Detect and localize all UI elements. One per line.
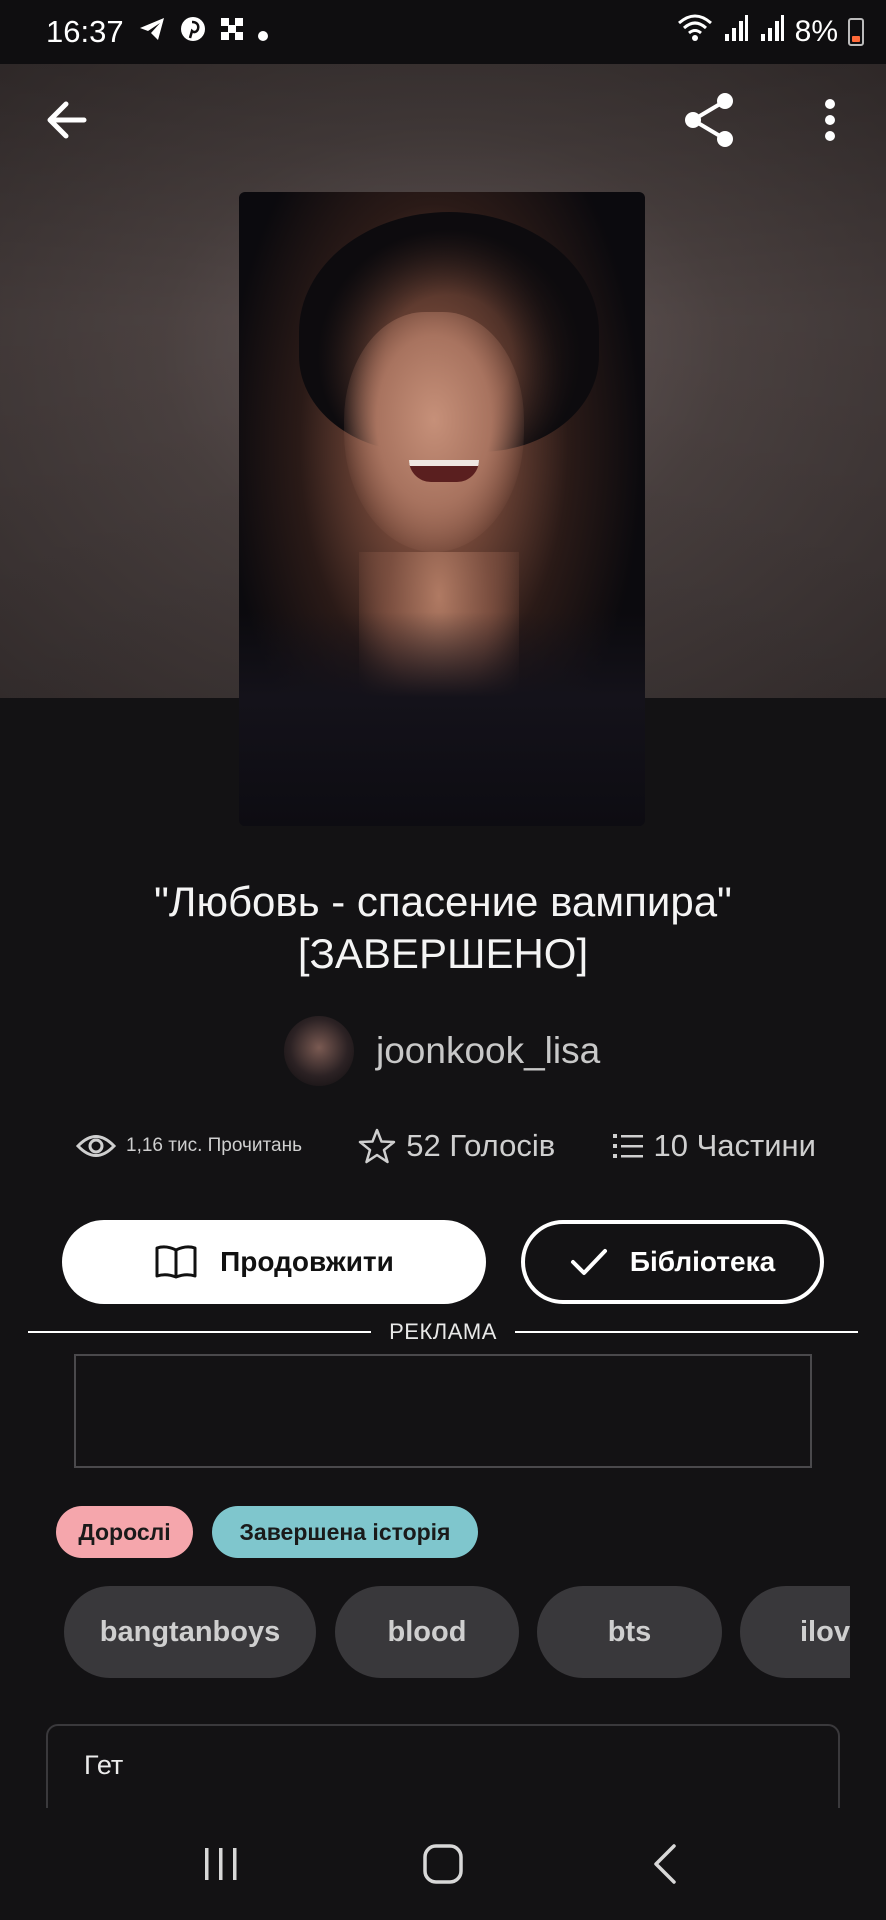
recents-button[interactable] bbox=[181, 1824, 261, 1904]
back-button[interactable] bbox=[36, 90, 96, 150]
votes-stat: 52 Голосів bbox=[358, 1128, 555, 1164]
pinterest-icon bbox=[180, 16, 206, 49]
tag-chip[interactable]: bangtanboys bbox=[64, 1586, 316, 1678]
continue-label: Продовжити bbox=[220, 1246, 394, 1277]
arrow-left-icon bbox=[47, 101, 87, 139]
dot-icon bbox=[257, 17, 268, 48]
ad-divider: РЕКЛАМА bbox=[28, 1319, 858, 1344]
status-right: 8% bbox=[677, 13, 864, 51]
ad-slot[interactable] bbox=[74, 1354, 812, 1468]
wifi-icon bbox=[677, 13, 713, 51]
recents-icon bbox=[205, 1848, 237, 1880]
reads-count: 1,16 тис. Прочитань bbox=[126, 1135, 302, 1156]
status-left: 16:37 bbox=[46, 14, 268, 50]
eye-icon bbox=[76, 1135, 116, 1157]
divider-line bbox=[514, 1331, 858, 1333]
reads-stat: 1,16 тис. Прочитань bbox=[76, 1133, 302, 1159]
avatar bbox=[284, 1016, 354, 1086]
parts-stat: 10 Частини bbox=[612, 1128, 816, 1164]
back-chevron-icon bbox=[654, 1844, 676, 1884]
grid-app-icon bbox=[220, 17, 244, 48]
author-name: joonkook_lisa bbox=[376, 1030, 601, 1071]
book-icon bbox=[155, 1245, 197, 1279]
signal-icon bbox=[759, 14, 785, 50]
list-icon bbox=[612, 1134, 643, 1158]
parts-count: 10 Частини bbox=[653, 1128, 816, 1163]
tag-chip[interactable]: bts bbox=[537, 1586, 722, 1678]
signal-icon bbox=[723, 14, 749, 50]
story-title: "Любовь - спасение вампира" [ЗАВЕРШЕНО] bbox=[154, 878, 732, 977]
checkmark-icon bbox=[570, 1249, 607, 1275]
story-cover-image[interactable] bbox=[239, 192, 645, 826]
votes-count: 52 Голосів bbox=[406, 1128, 556, 1163]
mature-badge: Дорослі bbox=[56, 1506, 193, 1558]
author-link[interactable]: joonkook_lisa bbox=[284, 1016, 600, 1086]
home-button[interactable] bbox=[403, 1824, 483, 1904]
star-icon bbox=[359, 1128, 396, 1164]
description-text: Гет bbox=[84, 1750, 124, 1780]
cover-jacket bbox=[239, 612, 645, 826]
status-bar: 16:37 8% bbox=[0, 0, 886, 64]
tag-chip[interactable]: blood bbox=[335, 1586, 519, 1678]
story-stats: 1,16 тис. Прочитань 52 Голосів 10 Частин… bbox=[76, 1128, 816, 1164]
library-button[interactable]: Бібліотека bbox=[521, 1220, 824, 1304]
share-button[interactable] bbox=[680, 90, 740, 150]
more-options-button[interactable] bbox=[800, 90, 860, 150]
tags-row[interactable]: bangtanboys blood bts ilov bbox=[0, 1586, 850, 1678]
tag-chip[interactable]: ilov bbox=[740, 1586, 850, 1678]
ad-label: РЕКЛАМА bbox=[389, 1319, 497, 1344]
status-time: 16:37 bbox=[46, 14, 124, 49]
completed-badge: Завершена історія bbox=[212, 1506, 478, 1558]
nav-back-button[interactable] bbox=[625, 1824, 705, 1904]
continue-reading-button[interactable]: Продовжити bbox=[62, 1220, 486, 1304]
share-icon bbox=[685, 93, 733, 147]
cover-face bbox=[344, 312, 524, 552]
library-label: Бібліотека bbox=[629, 1246, 776, 1277]
home-icon bbox=[423, 1844, 463, 1884]
more-vertical-icon bbox=[825, 99, 835, 141]
battery-icon bbox=[848, 18, 864, 46]
system-nav-bar bbox=[0, 1808, 886, 1920]
battery-percent: 8% bbox=[794, 15, 838, 48]
telegram-icon bbox=[138, 16, 166, 49]
divider-line bbox=[28, 1331, 372, 1333]
cover-mouth bbox=[409, 460, 479, 482]
